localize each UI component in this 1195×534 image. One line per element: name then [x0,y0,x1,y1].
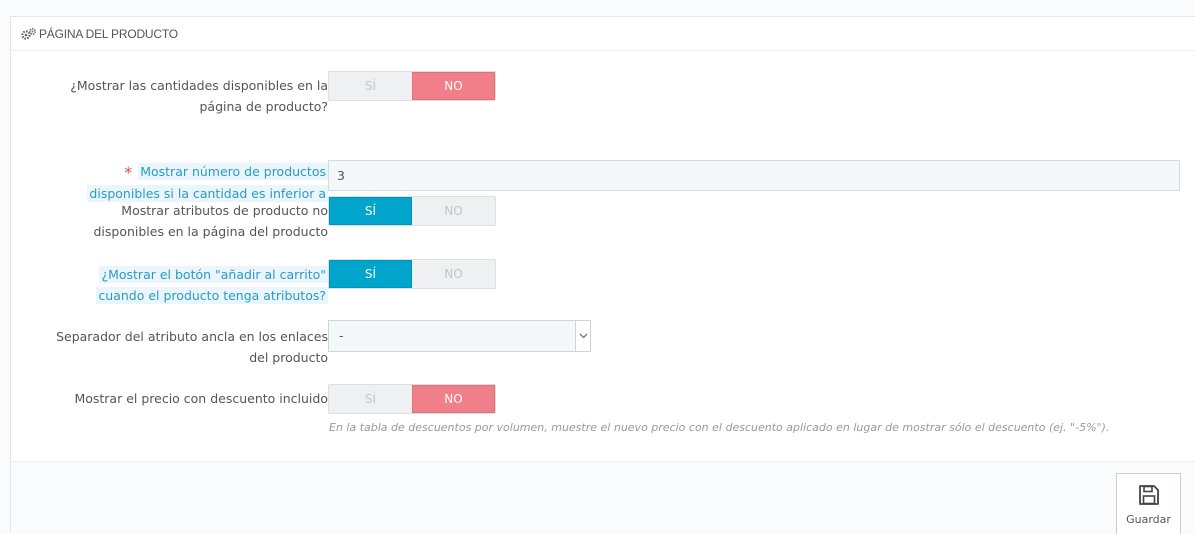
add-to-cart-label: ¿Mostrar el botón "añadir al carrito" cu… [96,264,328,306]
panel-footer: Guardar [11,461,1195,534]
yes-option[interactable]: SÍ [329,197,413,225]
anchor-separator-select[interactable]: - [328,320,591,352]
cogs-icon [21,27,37,41]
required-mark: * [124,163,133,182]
field-add-to-cart: ¿Mostrar el botón "añadir al carrito" cu… [11,257,1195,307]
no-option[interactable]: NO [411,72,495,100]
label-line: disponibles en la página del producto [93,224,328,239]
anchor-separator-label: Separador del atributo ancla en los enla… [56,326,328,368]
discounted-price-switch: SÍ NO [328,384,496,414]
label-text: ¿Mostrar el botón "añadir al carrito" [99,266,328,283]
no-option[interactable]: NO [411,385,495,413]
field-discounted-price: Mostrar el precio con descuento incluido… [11,383,1195,423]
label-line: Mostrar atributos de producto no [121,203,328,218]
label-line: ¿Mostrar las cantidades disponibles en l… [70,78,328,93]
yes-option[interactable]: SÍ [329,385,412,413]
label-line: Separador del atributo ancla en los enla… [56,329,328,344]
product-page-panel: PÁGINA DEL PRODUCTO ¿Mostrar las cantida… [10,16,1195,534]
no-option[interactable]: NO [412,260,495,288]
no-option[interactable]: NO [412,197,495,225]
discounted-price-label: Mostrar el precio con descuento incluido [74,391,328,406]
select-value: - [339,328,344,343]
show-quantities-switch: SÍ NO [328,71,496,101]
floppy-disk-icon [1138,484,1160,509]
label-text: cuando el producto tenga atributos? [96,287,328,304]
yes-option[interactable]: SÍ [329,260,413,288]
yes-option[interactable]: SÍ [329,72,412,100]
label-line: página de producto? [199,99,328,114]
chevron-down-icon[interactable] [575,321,590,351]
unavailable-attributes-switch: SÍ NO [328,196,496,226]
save-label: Guardar [1126,513,1171,526]
label-line: * Mostrar número de productos [87,161,328,183]
field-show-quantities: ¿Mostrar las cantidades disponibles en l… [11,69,1195,119]
low-stock-input[interactable]: 3 [328,160,1180,191]
label-line: cuando el producto tenga atributos? [96,285,328,306]
panel-heading: PÁGINA DEL PRODUCTO [11,17,1195,51]
panel-title: PÁGINA DEL PRODUCTO [39,26,178,41]
discounted-price-help: En la tabla de descuentos por volumen, m… [329,421,1110,434]
show-quantities-label: ¿Mostrar las cantidades disponibles en l… [70,75,328,117]
label-text: Mostrar número de productos [138,163,328,180]
label-line: ¿Mostrar el botón "añadir al carrito" [96,264,328,285]
unavailable-attributes-label: Mostrar atributos de producto no disponi… [93,200,328,242]
field-unavailable-attributes: Mostrar atributos de producto no disponi… [11,193,1195,243]
label-line: del producto [249,350,328,365]
add-to-cart-switch: SÍ NO [328,259,496,289]
save-button[interactable]: Guardar [1116,473,1181,534]
field-anchor-separator: Separador del atributo ancla en los enla… [11,317,1195,367]
